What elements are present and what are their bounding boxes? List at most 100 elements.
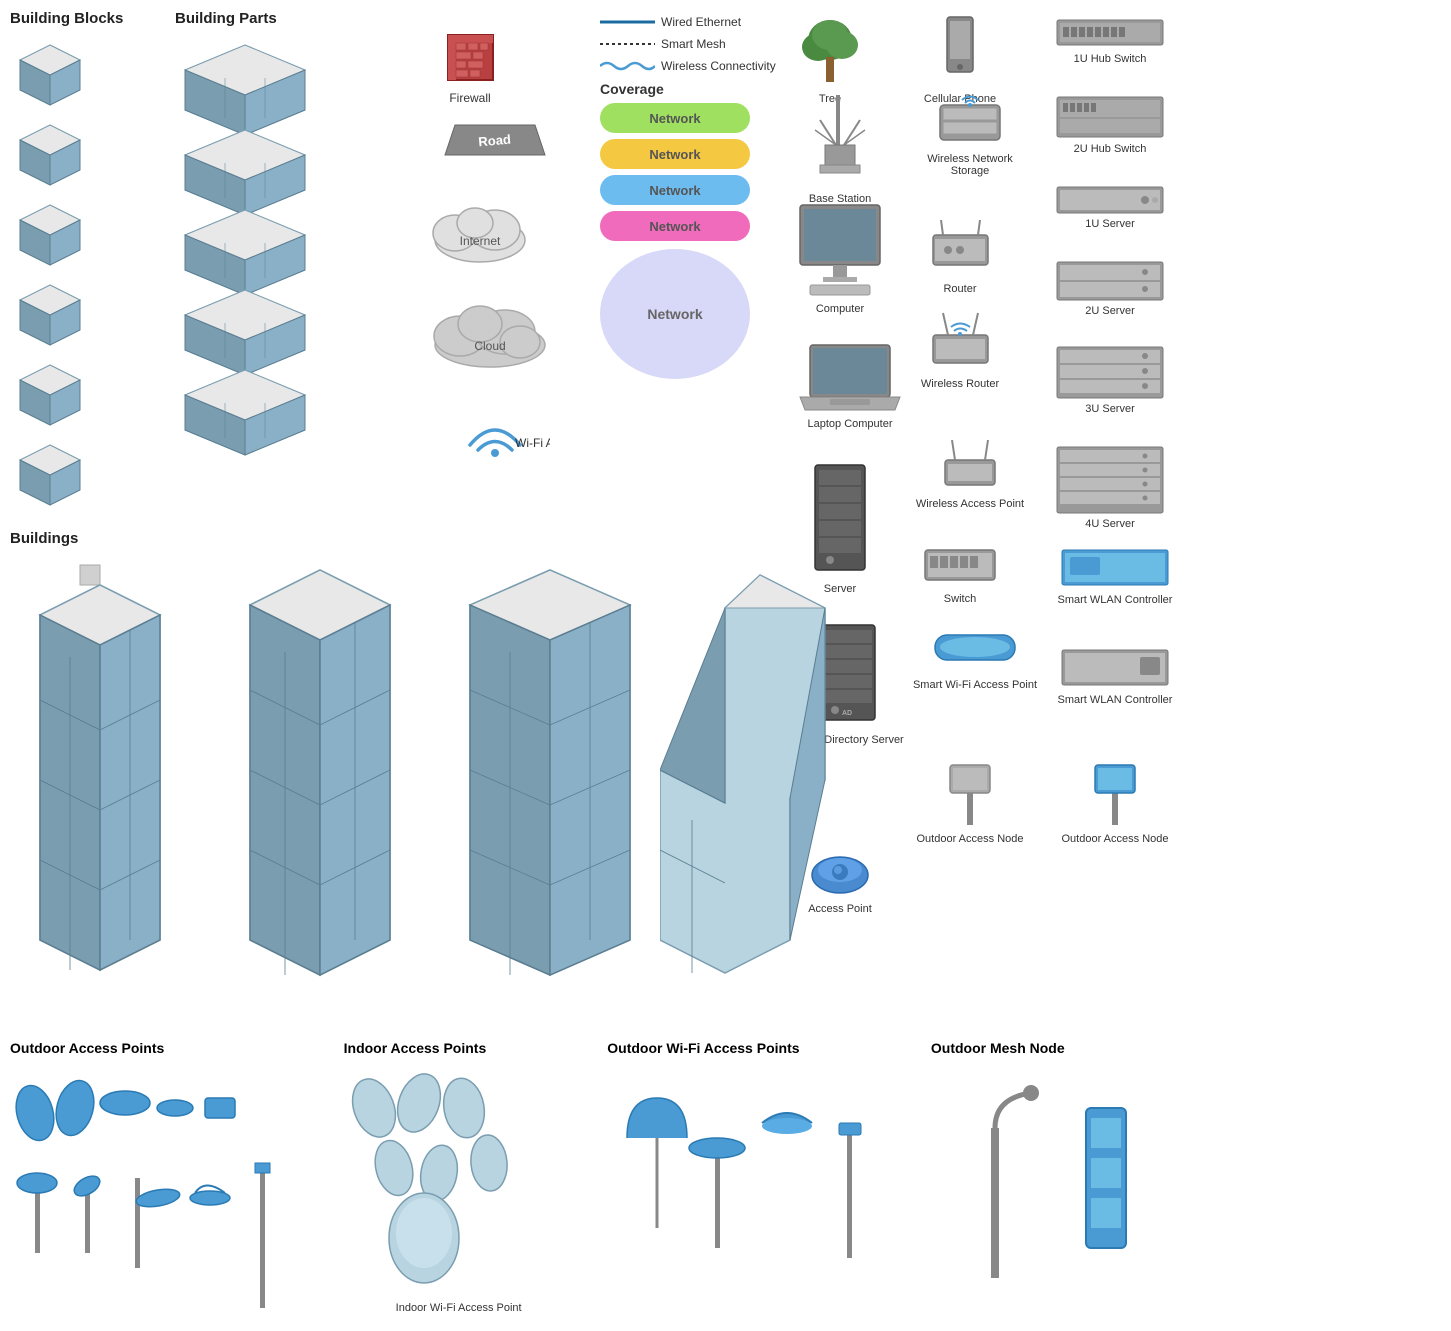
1u-hub-switch-label: 1U Hub Switch <box>1050 53 1170 65</box>
cellular-phone-svg <box>935 15 985 90</box>
1u-hub-switch-group: 1U Hub Switch <box>1050 15 1170 65</box>
network-label-green: Network <box>649 111 700 126</box>
router-label: Router <box>910 283 1010 295</box>
wireless-ap-label: Wireless Access Point <box>910 498 1030 510</box>
network-label-blue: Network <box>649 183 700 198</box>
outdoor-wifi-ap-label: Outdoor Wi-Fi Access Points <box>607 1040 887 1056</box>
1u-server-svg <box>1055 185 1165 215</box>
switch-svg <box>920 540 1000 590</box>
smart-wlan-1-svg <box>1060 545 1170 590</box>
4u-server-group: 4U Server <box>1050 445 1170 530</box>
coverage-pink: Network <box>600 211 776 241</box>
computer-svg <box>795 200 885 300</box>
outdoor-ap-icons <box>10 1068 300 1318</box>
internet-svg: Internet <box>425 195 535 265</box>
wifi-svg: Wi-Fi Access <box>440 405 550 460</box>
3u-server-group: 3U Server <box>1050 345 1170 415</box>
coverage-large-circle: Network <box>600 249 776 379</box>
router-group: Router <box>910 215 1010 295</box>
cloud-svg: Cloud <box>420 290 560 370</box>
outdoor-ap-subsection: Outdoor Access Points <box>10 1040 310 1321</box>
outdoor-access-node-blue-label: Outdoor Access Node <box>1050 833 1180 845</box>
computer-group: Computer <box>790 200 890 315</box>
svg-text:Road: Road <box>478 132 512 150</box>
building-blocks-svg <box>10 35 150 525</box>
wireless-router-svg <box>923 305 998 375</box>
building-parts-svg <box>175 35 335 535</box>
wired-ethernet-legend: Wired Ethernet <box>600 15 776 29</box>
smart-wlan-2-label: Smart WLAN Controller <box>1050 693 1180 707</box>
firewall-label: Firewall <box>430 91 510 105</box>
smart-wlan-2-svg <box>1060 645 1170 690</box>
3u-server-label: 3U Server <box>1050 403 1170 415</box>
laptop-group: Laptop Computer <box>790 340 910 430</box>
svg-text:Cloud: Cloud <box>474 339 505 353</box>
outdoor-wifi-ap-icons <box>607 1068 877 1268</box>
wireless-label: Wireless Connectivity <box>661 59 776 73</box>
4u-server-label: 4U Server <box>1050 518 1170 530</box>
smart-wlan-1-group: Smart WLAN Controller <box>1050 545 1180 607</box>
smart-wifi-ap-group: Smart Wi-Fi Access Point <box>910 620 1040 692</box>
wireless-network-storage-label: Wireless Network Storage <box>910 153 1030 177</box>
wireless-network-storage-svg <box>930 90 1010 150</box>
2u-server-group: 2U Server <box>1050 260 1170 317</box>
building2-svg <box>220 560 420 980</box>
svg-text:Internet: Internet <box>460 234 501 248</box>
outdoor-section: Outdoor Access Points <box>10 1040 1181 1321</box>
internet-icon-group: Internet <box>415 195 545 268</box>
outdoor-access-node-gray-group: Outdoor Access Node <box>910 750 1030 845</box>
smart-wlan-1-label: Smart WLAN Controller <box>1050 593 1180 607</box>
base-station-group: Base Station <box>790 90 890 205</box>
smart-mesh-legend: Smart Mesh <box>600 37 776 51</box>
building3-svg <box>440 560 660 980</box>
indoor-ap-label: Indoor Access Points <box>344 1040 574 1056</box>
network-label-yellow: Network <box>649 147 700 162</box>
outdoor-access-node-gray-svg <box>930 750 1010 830</box>
1u-server-label: 1U Server <box>1050 218 1170 230</box>
outdoor-mesh-icons <box>931 1068 1171 1288</box>
building-blocks-label: Building Blocks <box>10 10 123 27</box>
laptop-svg <box>795 340 905 415</box>
outdoor-access-node-gray-label: Outdoor Access Node <box>910 833 1030 845</box>
laptop-label: Laptop Computer <box>790 418 910 430</box>
indoor-ap-icons <box>344 1068 564 1308</box>
mesh-line <box>600 39 655 49</box>
computer-label: Computer <box>790 303 890 315</box>
building4-svg <box>660 560 860 1000</box>
smart-wifi-ap-label: Smart Wi-Fi Access Point <box>910 678 1040 692</box>
firewall-svg <box>443 30 498 85</box>
outdoor-access-node-blue-group: Outdoor Access Node <box>1050 750 1180 845</box>
coverage-green: Network <box>600 103 776 133</box>
svg-text:Wi-Fi Access: Wi-Fi Access <box>515 436 550 450</box>
smart-mesh-label: Smart Mesh <box>661 37 726 51</box>
coverage-blue: Network <box>600 175 776 205</box>
switch-group: Switch <box>910 540 1010 605</box>
wireless-line <box>600 59 655 73</box>
indoor-ap-subsection: Indoor Access Points Indoor Wi-Fi Access… <box>344 1040 574 1315</box>
outdoor-ap-label: Outdoor Access Points <box>10 1040 310 1056</box>
switch-label: Switch <box>910 593 1010 605</box>
router-svg <box>923 215 998 280</box>
3u-server-svg <box>1055 345 1165 400</box>
network-label-pink: Network <box>649 219 700 234</box>
outdoor-wifi-ap-subsection: Outdoor Wi-Fi Access Points <box>607 1040 887 1271</box>
smart-wlan-2-group: Smart WLAN Controller <box>1050 645 1180 707</box>
1u-server-group: 1U Server <box>1050 185 1170 230</box>
wireless-network-storage-group: Wireless Network Storage <box>910 90 1030 177</box>
coverage-label-item: Coverage <box>600 81 776 97</box>
1u-hub-switch-svg <box>1055 15 1165 50</box>
road-svg: Road <box>435 120 555 160</box>
building1-svg <box>10 560 190 990</box>
base-station-svg <box>800 90 880 190</box>
coverage-label: Coverage <box>600 81 664 97</box>
firewall-icon-group: Firewall <box>430 30 510 105</box>
2u-hub-switch-group: 2U Hub Switch <box>1050 95 1170 155</box>
wireless-router-label: Wireless Router <box>910 378 1010 390</box>
2u-hub-switch-svg <box>1055 95 1165 140</box>
smart-wifi-ap-svg <box>930 620 1020 675</box>
wireless-ap-group: Wireless Access Point <box>910 430 1030 510</box>
2u-hub-switch-label: 2U Hub Switch <box>1050 143 1170 155</box>
connectivity-legend: Wired Ethernet Smart Mesh Wireless Conne… <box>600 15 776 379</box>
building-parts-label: Building Parts <box>175 10 277 27</box>
4u-server-svg <box>1055 445 1165 515</box>
